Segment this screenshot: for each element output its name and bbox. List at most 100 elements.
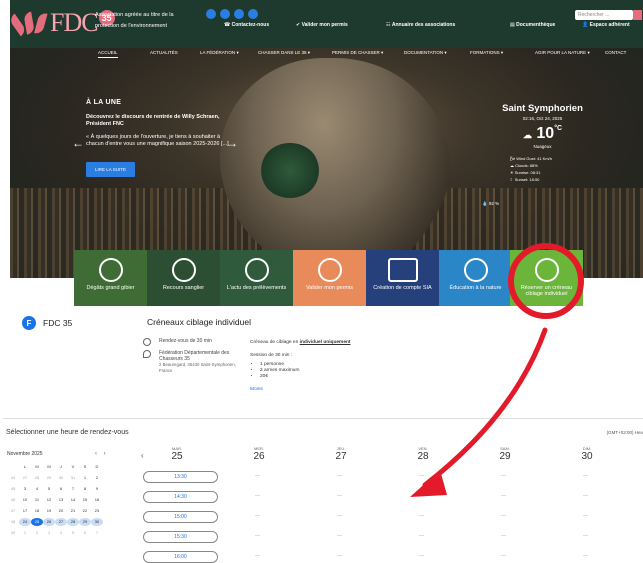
calendar-day[interactable]: 17 <box>19 507 31 515</box>
calendar-day[interactable]: 31 <box>67 474 79 482</box>
calendar-day[interactable]: 28 <box>67 518 79 526</box>
nav-item-formations[interactable]: FORMATIONS ▾ <box>470 50 503 56</box>
search-icon[interactable] <box>633 10 642 20</box>
tile-recours-sanglier[interactable]: Recours sanglier <box>147 250 220 306</box>
time-slot-button[interactable]: 14:30 <box>143 491 218 503</box>
linkedin-icon[interactable] <box>248 9 258 19</box>
validate-permit-link[interactable]: ✔ Valider mon permis <box>296 22 348 28</box>
search-input[interactable]: Rechercher ... <box>575 10 642 20</box>
featured-title[interactable]: Découvrez le discours de rentrée de Will… <box>86 114 236 128</box>
tile-reserver-ciblage[interactable]: Réserver un créneau ciblage individuel <box>510 250 583 306</box>
weather-wind: 🌬 Wind Gust: 41 Km/h <box>510 156 552 161</box>
tile-prelevements[interactable]: L'actu des prélèvements <box>220 250 293 306</box>
calendar-day[interactable]: 4 <box>31 485 43 493</box>
read-more-button[interactable]: LIRE LA SUITE <box>86 162 136 177</box>
empty-slot: — <box>337 473 342 479</box>
tile-degats[interactable]: Dégâts grand gibier <box>74 250 147 306</box>
calendar-day[interactable]: 5 <box>43 485 55 493</box>
calendar-day[interactable]: 3 <box>19 485 31 493</box>
nav-item-contact[interactable]: CONTACT <box>605 50 626 55</box>
day-number: 28 <box>417 451 429 462</box>
documents-link[interactable]: ▤ Documenthèque <box>510 22 555 28</box>
calendar-day[interactable]: 8 <box>79 485 91 493</box>
less-link[interactable]: Moins <box>250 387 390 393</box>
weather-desc: Nuageux <box>533 144 552 149</box>
calendar-day[interactable]: 20 <box>55 507 67 515</box>
calendar-day[interactable]: 13 <box>55 496 67 504</box>
tile-education[interactable]: Éducation à la nature <box>439 250 512 306</box>
week-number: 49 <box>10 530 16 535</box>
nav-item-documentation[interactable]: DOCUMENTATION ▾ <box>404 50 447 56</box>
tile-sia[interactable]: Création de compte SIA <box>366 250 439 306</box>
calendar-day[interactable]: 14 <box>67 496 79 504</box>
calendar-day[interactable]: 3 <box>43 529 55 537</box>
empty-slot: — <box>419 473 424 479</box>
next-month-icon[interactable]: › <box>104 451 106 457</box>
day-column-header: VEN. 28 <box>403 446 443 462</box>
cloud-icon: ☁ <box>522 130 532 140</box>
calendar-day[interactable]: 1 <box>79 474 91 482</box>
calendar-day[interactable]: 29 <box>43 474 55 482</box>
nav-item-permis[interactable]: PERMIS DE CHASSER ▾ <box>332 50 383 56</box>
empty-slot: — <box>255 513 260 519</box>
empty-slot: — <box>501 473 506 479</box>
calendar-day[interactable]: 29 <box>79 518 91 526</box>
duration-row: Rendez-vous de 30 min <box>143 338 249 346</box>
calendar-day[interactable]: 24 <box>19 518 31 526</box>
time-slot-button[interactable]: 15:30 <box>143 531 218 543</box>
instagram-icon[interactable] <box>234 9 244 19</box>
slider-prev-arrow-icon[interactable]: ← <box>72 136 84 150</box>
calendar-day[interactable]: 22 <box>79 507 91 515</box>
calendar-day[interactable]: 4 <box>55 529 67 537</box>
calendar-day[interactable]: 30 <box>55 474 67 482</box>
nav-item-chasser[interactable]: CHASSER DANS LE 35 ▾ <box>258 50 310 56</box>
calendar-day[interactable]: 21 <box>67 507 79 515</box>
calendar-day[interactable]: 27 <box>55 518 67 526</box>
calendar-day[interactable]: 26 <box>43 518 55 526</box>
logo-leaves-icon <box>8 8 50 38</box>
calendar-day[interactable]: 1 <box>19 529 31 537</box>
calendar-day[interactable]: 11 <box>31 496 43 504</box>
member-area-link[interactable]: 👤 Espace adhérent <box>582 22 630 28</box>
calendar-day[interactable]: 18 <box>31 507 43 515</box>
calendar-day[interactable]: 15 <box>79 496 91 504</box>
time-slot-button[interactable]: 13:30 <box>143 471 218 483</box>
day-number: 29 <box>499 451 511 462</box>
calendar-day[interactable]: 2 <box>31 529 43 537</box>
nav-item-accueil[interactable]: ACCUEIL <box>98 50 118 58</box>
youtube-icon[interactable] <box>220 9 230 19</box>
time-slot-button[interactable]: 16:00 <box>143 551 218 563</box>
calendar-day[interactable]: 2 <box>91 474 103 482</box>
calendar-day[interactable]: 28 <box>31 474 43 482</box>
boar-icon <box>171 258 196 282</box>
calendar-day[interactable]: 7 <box>91 529 103 537</box>
calendar-day[interactable]: 19 <box>43 507 55 515</box>
empty-slot: — <box>419 513 424 519</box>
weather-widget: Saint Symphorien 02:16, Oct 24, 2025 ☁ 1… <box>480 103 605 206</box>
nav-item-actualites[interactable]: ACTUALITÉS <box>150 50 178 55</box>
empty-slot: — <box>255 553 260 559</box>
directory-link[interactable]: ☷ Annuaire des associations <box>386 22 455 28</box>
day-number: 30 <box>581 451 593 462</box>
calendar-day[interactable]: 6 <box>79 529 91 537</box>
calendar-day[interactable]: 6 <box>55 485 67 493</box>
calendar-day[interactable]: 12 <box>43 496 55 504</box>
contact-link[interactable]: ☎ Contactez-nous <box>224 22 269 28</box>
prev-month-icon[interactable]: ‹ <box>95 451 97 457</box>
calendar-day[interactable]: 5 <box>67 529 79 537</box>
timezone-label[interactable]: (GMT+02:00) Heu <box>607 430 643 435</box>
calendar-day[interactable]: 27 <box>19 474 31 482</box>
nav-item-agir[interactable]: AGIR POUR LA NATURE ▾ <box>535 50 590 56</box>
facebook-icon[interactable] <box>206 9 216 19</box>
calendar-day[interactable]: 10 <box>19 496 31 504</box>
calendar-day[interactable]: 9 <box>91 485 103 493</box>
slider-next-arrow-icon[interactable]: → <box>226 136 238 150</box>
calendar-day[interactable]: 23 <box>91 507 103 515</box>
time-slot-button[interactable]: 15:00 <box>143 511 218 523</box>
calendar-day[interactable]: 7 <box>67 485 79 493</box>
calendar-day[interactable]: 16 <box>91 496 103 504</box>
tile-valider-permis[interactable]: Valider mon permis <box>293 250 366 306</box>
calendar-day[interactable]: 30 <box>91 518 103 526</box>
calendar-day[interactable]: 25 <box>31 518 43 526</box>
nav-item-federation[interactable]: LA FÉDÉRATION ▾ <box>200 50 239 56</box>
